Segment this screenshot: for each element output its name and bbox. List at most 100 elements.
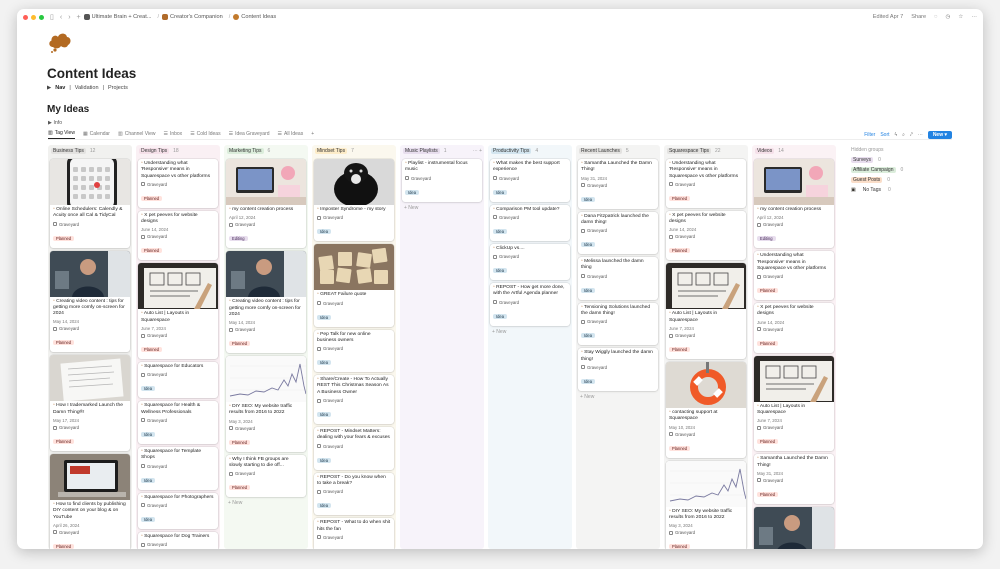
graveyard-checkbox-row[interactable]: Graveyard	[138, 540, 218, 547]
graveyard-checkbox-row[interactable]: Graveyard	[754, 476, 834, 483]
idea-card[interactable]: ▫ Creating video content : tips for gett…	[226, 251, 306, 354]
hidden-group-item[interactable]: ▣ No Tags 0	[851, 187, 961, 193]
idea-card[interactable]: ▫ REPOST - Do you know when to take a br…	[314, 472, 394, 516]
graveyard-checkbox-row[interactable]: Graveyard	[314, 299, 394, 306]
idea-card[interactable]: ▫ Samantha Launched the Damn Thing! May 3…	[754, 454, 834, 504]
tab-idea-graveyard[interactable]: ☰ Idea Graveyard	[229, 131, 270, 139]
sidebar-toggle-icon[interactable]: ▯	[50, 13, 54, 21]
search-icon[interactable]: ⌕	[902, 132, 905, 138]
graveyard-checkbox-row[interactable]: Graveyard	[138, 370, 218, 377]
idea-card[interactable]: ▫ Creating video content : tips for gett…	[50, 250, 130, 353]
more-options-icon[interactable]: ···	[971, 14, 977, 20]
hidden-group-item[interactable]: Affiliate Campaign 0	[851, 167, 961, 173]
checkbox[interactable]	[53, 222, 57, 227]
breadcrumb-item[interactable]: Content Ideas	[233, 14, 276, 20]
checkbox[interactable]	[141, 418, 145, 423]
checkbox[interactable]	[405, 176, 409, 181]
idea-card[interactable]: ▫ DIY SEO: My website traffic results fr…	[666, 460, 746, 549]
graveyard-checkbox-row[interactable]: Graveyard	[138, 416, 218, 423]
idea-card[interactable]: ▫ Understanding what 'Responsive' means …	[138, 159, 218, 208]
checkbox[interactable]	[757, 274, 761, 279]
column-header[interactable]: Business Tips 12	[50, 146, 130, 156]
idea-card[interactable]: ▫ REPOST - Mindset Matters: dealing with…	[314, 427, 394, 470]
graveyard-checkbox-row[interactable]: Graveyard	[490, 174, 570, 181]
idea-card[interactable]: ▫ Creating video content : tips for	[754, 506, 834, 549]
graveyard-checkbox-row[interactable]: Graveyard	[50, 528, 130, 535]
checkbox[interactable]	[581, 228, 585, 233]
checkbox[interactable]	[141, 464, 145, 469]
graveyard-checkbox-row[interactable]: Graveyard	[50, 220, 130, 227]
graveyard-checkbox-row[interactable]: Graveyard	[578, 272, 658, 279]
checkbox[interactable]	[317, 535, 321, 540]
checkbox[interactable]	[317, 398, 321, 403]
nav-toggle[interactable]: ▶ Nav | Validation | Projects	[47, 85, 128, 91]
minimize-window-button[interactable]	[31, 14, 36, 20]
checkbox[interactable]	[581, 319, 585, 324]
checkbox[interactable]	[317, 301, 321, 306]
graveyard-checkbox-row[interactable]: Graveyard	[314, 396, 394, 403]
idea-card[interactable]: ▫ Squarespace for Educators Graveyard Idea	[138, 362, 218, 399]
tab-inbox[interactable]: ☰ Inbox	[163, 131, 182, 139]
checkbox[interactable]	[141, 503, 145, 508]
graveyard-checkbox-row[interactable]: Graveyard	[666, 180, 746, 187]
column-header[interactable]: Marketing Tips 6	[226, 146, 306, 156]
idea-card[interactable]: ▫ Why I think FB groups are slowly start…	[226, 454, 306, 498]
checkbox[interactable]	[229, 222, 233, 227]
idea-card[interactable]: ▫ Squarespace for Dog TrainersGraveyardI…	[138, 531, 218, 549]
graveyard-checkbox-row[interactable]: Graveyard	[226, 220, 306, 227]
checkbox[interactable]	[53, 530, 57, 535]
graveyard-checkbox-row[interactable]: Graveyard	[490, 252, 570, 259]
idea-card[interactable]: ▫ Comparison PM tool update? Graveyard Ide…	[490, 204, 570, 241]
idea-card[interactable]: ▫ Understanding what 'Responsive' means …	[754, 251, 834, 301]
graveyard-checkbox-row[interactable]: Graveyard	[314, 487, 394, 494]
idea-card[interactable]: ▫ Imposter Syndrome - my story Graveyard I…	[314, 159, 394, 242]
checkbox[interactable]	[229, 426, 233, 431]
plus-icon[interactable]: +	[77, 14, 81, 21]
column-header[interactable]: Productivity Tips 4	[490, 146, 570, 156]
graveyard-checkbox-row[interactable]: Graveyard	[578, 317, 658, 324]
filter-button[interactable]: Filter	[864, 132, 875, 138]
tab-channel-view[interactable]: ▥ Channel View	[118, 131, 156, 139]
link-icon[interactable]: ⤤	[910, 132, 913, 138]
checkbox[interactable]	[493, 254, 497, 259]
idea-card[interactable]: ▫ REPOST - How get more done, with the A…	[490, 283, 570, 326]
idea-card[interactable]: ▫ Dana Fitzpatrick launched the damn thi…	[578, 211, 658, 255]
graveyard-checkbox-row[interactable]: Graveyard	[754, 325, 834, 332]
checkbox[interactable]	[581, 274, 585, 279]
graveyard-checkbox-row[interactable]: Graveyard	[50, 324, 130, 331]
idea-card[interactable]: ▫ X pet peeves for website designs June 1…	[138, 210, 218, 261]
tab-all-ideas[interactable]: ☰ All Ideas	[278, 131, 304, 139]
sort-button[interactable]: Sort	[880, 132, 889, 138]
add-card-button[interactable]: + New	[226, 497, 306, 509]
new-button[interactable]: New ▾	[927, 130, 952, 139]
checkbox[interactable]	[669, 234, 673, 239]
checkbox[interactable]	[757, 327, 761, 332]
checkbox[interactable]	[317, 215, 321, 220]
checkbox[interactable]	[757, 478, 761, 483]
checkbox[interactable]	[669, 432, 673, 437]
checkbox[interactable]	[53, 425, 57, 430]
column-header[interactable]: Recent Launches 5	[578, 146, 658, 156]
graveyard-checkbox-row[interactable]: Graveyard	[754, 220, 834, 227]
checkbox[interactable]	[141, 333, 145, 338]
idea-card[interactable]: ▫ What makes the best support experience…	[490, 159, 570, 202]
idea-card[interactable]: ▫ Playlist - instrumental focus music Gra…	[402, 159, 482, 202]
idea-card[interactable]: ▫ REPOST - What to do when shit hits the…	[314, 518, 394, 549]
graveyard-checkbox-row[interactable]: Graveyard	[138, 331, 218, 338]
graveyard-checkbox-row[interactable]: Graveyard	[314, 533, 394, 540]
checkbox[interactable]	[229, 327, 233, 332]
idea-card[interactable]: ▫ Auto List | Layouts in Squarespace June…	[754, 355, 834, 452]
checkbox[interactable]	[141, 372, 145, 377]
graveyard-checkbox-row[interactable]: Graveyard	[138, 232, 218, 239]
idea-card[interactable]: ▫ DIY SEO: My website traffic results fr…	[226, 356, 306, 452]
graveyard-checkbox-row[interactable]: Graveyard	[314, 442, 394, 449]
idea-card[interactable]: ▫ Auto List | Layouts in Squarespace June…	[138, 263, 218, 360]
idea-card[interactable]: ▫ Stay Wiggly launched the damn thing! Gr…	[578, 348, 658, 391]
idea-card[interactable]: ▫ GREAT Failure quote Graveyard Idea	[314, 244, 394, 327]
add-view-icon[interactable]: +	[311, 131, 314, 139]
graveyard-checkbox-row[interactable]: Graveyard	[402, 174, 482, 181]
checkbox[interactable]	[317, 489, 321, 494]
idea-card[interactable]: ▫ Tensioning Solutions launched the damn…	[578, 302, 658, 346]
nav-link[interactable]: Projects	[108, 85, 128, 91]
idea-card[interactable]: ▫ Auto List | Layouts in Squarespace June…	[666, 263, 746, 360]
